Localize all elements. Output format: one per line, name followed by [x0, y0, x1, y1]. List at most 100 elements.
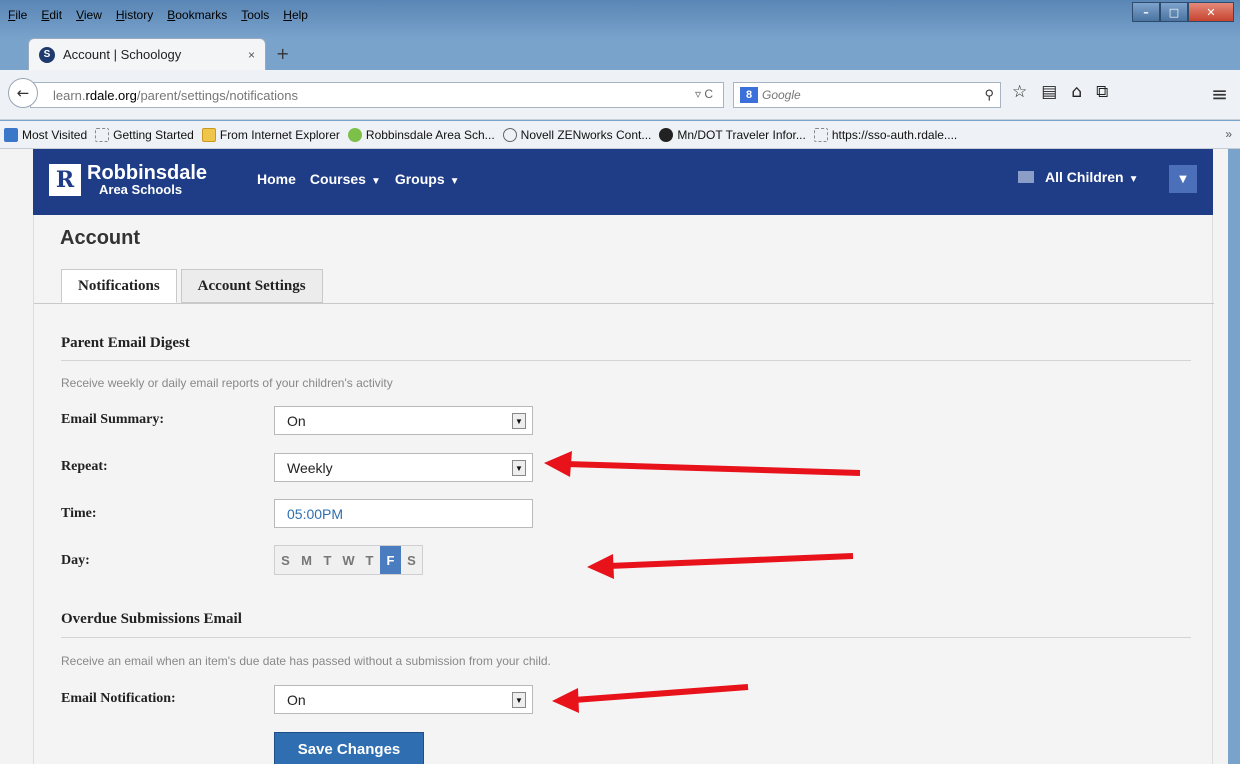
- page-icon: [4, 127, 18, 142]
- annotation-arrow-day: [587, 553, 854, 579]
- bookmark-novell[interactable]: Novell ZENworks Cont...: [502, 127, 652, 142]
- arrow-shaft: [573, 684, 749, 703]
- bookmark-star-icon[interactable]: ☆: [1012, 82, 1027, 102]
- time-label: Time:: [61, 506, 97, 521]
- day-saturday[interactable]: S: [401, 546, 422, 574]
- dropdown-arrow-icon: ▼: [512, 692, 526, 708]
- user-menu-dropdown[interactable]: ▼: [1169, 165, 1197, 193]
- back-arrow-icon: ←: [16, 84, 30, 102]
- time-value: 05:00PM: [287, 505, 344, 522]
- save-changes-button[interactable]: Save Changes: [274, 732, 424, 764]
- bookmark-mndot[interactable]: Mn/DOT Traveler Infor...: [659, 127, 806, 142]
- bookmarks-overflow-icon[interactable]: »: [1225, 127, 1232, 141]
- menu-view[interactable]: View: [74, 6, 104, 28]
- blank-page-icon: [813, 127, 828, 142]
- home-icon[interactable]: ⌂: [1071, 82, 1082, 102]
- section-divider: [61, 637, 1191, 638]
- bookmark-label: https://sso-auth.rdale....: [831, 127, 958, 142]
- logo-mark-icon: R: [49, 163, 81, 196]
- time-input[interactable]: 05:00PM: [274, 499, 533, 528]
- new-tab-button[interactable]: +: [276, 44, 289, 63]
- caret-down-icon: ▼: [1128, 174, 1139, 185]
- repeat-label: Repeat:: [61, 459, 108, 474]
- day-thursday[interactable]: T: [359, 546, 380, 574]
- bookmark-label: Mn/DOT Traveler Infor...: [677, 127, 806, 142]
- search-placeholder: Google: [762, 88, 801, 102]
- bookmark-from-ie[interactable]: From Internet Explorer: [201, 127, 340, 142]
- menu-file[interactable]: File: [6, 6, 29, 28]
- page-title: Account: [60, 227, 140, 249]
- minimize-button[interactable]: –: [1132, 2, 1160, 22]
- bookmark-label: Robbinsdale Area Sch...: [365, 127, 495, 142]
- close-window-button[interactable]: ✕: [1188, 2, 1234, 22]
- url-bar[interactable]: learn. rdale.org/parent/settings/notifica…: [30, 82, 724, 108]
- menu-tools[interactable]: Tools: [239, 6, 271, 28]
- bookmark-robbinsdale[interactable]: Robbinsdale Area Sch...: [347, 127, 495, 142]
- folder-icon: [201, 127, 216, 142]
- hamburger-menu-icon[interactable]: ≡: [1211, 82, 1228, 106]
- email-notification-label: Email Notification:: [61, 691, 176, 706]
- logo-line-2: Area Schools: [99, 182, 183, 197]
- toolbar-icons: ☆ ▤ ⌂ ⧉: [1012, 82, 1108, 102]
- email-summary-select[interactable]: On ▼: [274, 406, 533, 435]
- tab-divider: [34, 303, 1214, 304]
- browser-tab[interactable]: S Account | Schoology ×: [28, 38, 266, 70]
- search-icon[interactable]: ⚲: [984, 87, 994, 103]
- bookmark-label: Most Visited: [22, 127, 88, 142]
- arrow-shaft: [565, 461, 861, 476]
- nav-home[interactable]: Home: [257, 171, 296, 187]
- bookmarks-list-icon[interactable]: ▤: [1041, 82, 1057, 102]
- bookmark-label: Novell ZENworks Cont...: [520, 127, 652, 142]
- overdue-section-title: Overdue Submissions Email: [61, 611, 242, 627]
- repeat-select[interactable]: Weekly ▼: [274, 453, 533, 482]
- blank-page-icon: [95, 127, 110, 142]
- caret-down-icon: ▼: [449, 176, 460, 187]
- schoology-favicon-icon: S: [39, 46, 55, 63]
- search-bar[interactable]: 8 Google ⚲: [733, 82, 1001, 108]
- nav-courses[interactable]: Courses ▼: [310, 171, 381, 187]
- day-friday[interactable]: F: [380, 546, 401, 574]
- email-summary-value: On: [287, 412, 306, 429]
- day-tuesday[interactable]: T: [317, 546, 338, 574]
- arrow-head: [544, 451, 572, 477]
- day-sunday[interactable]: S: [275, 546, 296, 574]
- digest-description: Receive weekly or daily email reports of…: [61, 376, 393, 390]
- children-selector[interactable]: All Children ▼: [1045, 169, 1138, 185]
- bookmark-getting-started[interactable]: Getting Started: [95, 127, 194, 142]
- arrow-shaft: [608, 553, 854, 569]
- site-header: R Robbinsdale Area Schools Home Courses ▼…: [33, 149, 1213, 215]
- overdue-description: Receive an email when an item's due date…: [61, 654, 551, 668]
- url-path: /parent/settings/notifications: [136, 87, 298, 103]
- bookmark-label: Getting Started: [113, 127, 194, 142]
- site-logo[interactable]: R Robbinsdale Area Schools: [49, 163, 207, 196]
- dropdown-arrow-icon: ▼: [512, 460, 526, 476]
- menu-history[interactable]: History: [114, 6, 155, 28]
- children-label: All Children: [1045, 169, 1124, 185]
- reload-icon[interactable]: ▿ C: [695, 87, 713, 101]
- maximize-button[interactable]: □: [1160, 2, 1188, 22]
- menu-bookmarks[interactable]: Bookmarks: [165, 6, 229, 28]
- bookmark-sso[interactable]: https://sso-auth.rdale....: [813, 127, 958, 142]
- day-monday[interactable]: M: [296, 546, 317, 574]
- google-icon[interactable]: 8: [740, 87, 758, 103]
- bookmark-most-visited[interactable]: Most Visited: [4, 127, 88, 142]
- tab-account-settings[interactable]: Account Settings: [180, 269, 323, 303]
- navigation-toolbar: learn. rdale.org/parent/settings/notifica…: [0, 70, 1240, 120]
- back-button[interactable]: ←: [8, 78, 38, 108]
- tab-notifications[interactable]: Notifications: [61, 269, 177, 303]
- tab-close-icon[interactable]: ×: [248, 48, 255, 62]
- dropdown-arrow-icon: ▼: [512, 413, 526, 429]
- tab-title: Account | Schoology: [63, 47, 182, 62]
- caret-down-icon: ▼: [370, 176, 381, 187]
- day-picker: S M T W T F S: [274, 545, 423, 575]
- email-notification-select[interactable]: On ▼: [274, 685, 533, 714]
- mail-icon[interactable]: [1018, 171, 1034, 183]
- day-wednesday[interactable]: W: [338, 546, 359, 574]
- page-viewport: R Robbinsdale Area Schools Home Courses ▼…: [0, 149, 1228, 764]
- arrow-head: [552, 688, 579, 713]
- menu-edit[interactable]: Edit: [39, 6, 64, 28]
- url-host: rdale.org: [85, 87, 137, 103]
- menu-help[interactable]: Help: [281, 6, 310, 28]
- pdf-addon-icon[interactable]: ⧉: [1096, 82, 1108, 102]
- nav-groups[interactable]: Groups ▼: [395, 171, 460, 187]
